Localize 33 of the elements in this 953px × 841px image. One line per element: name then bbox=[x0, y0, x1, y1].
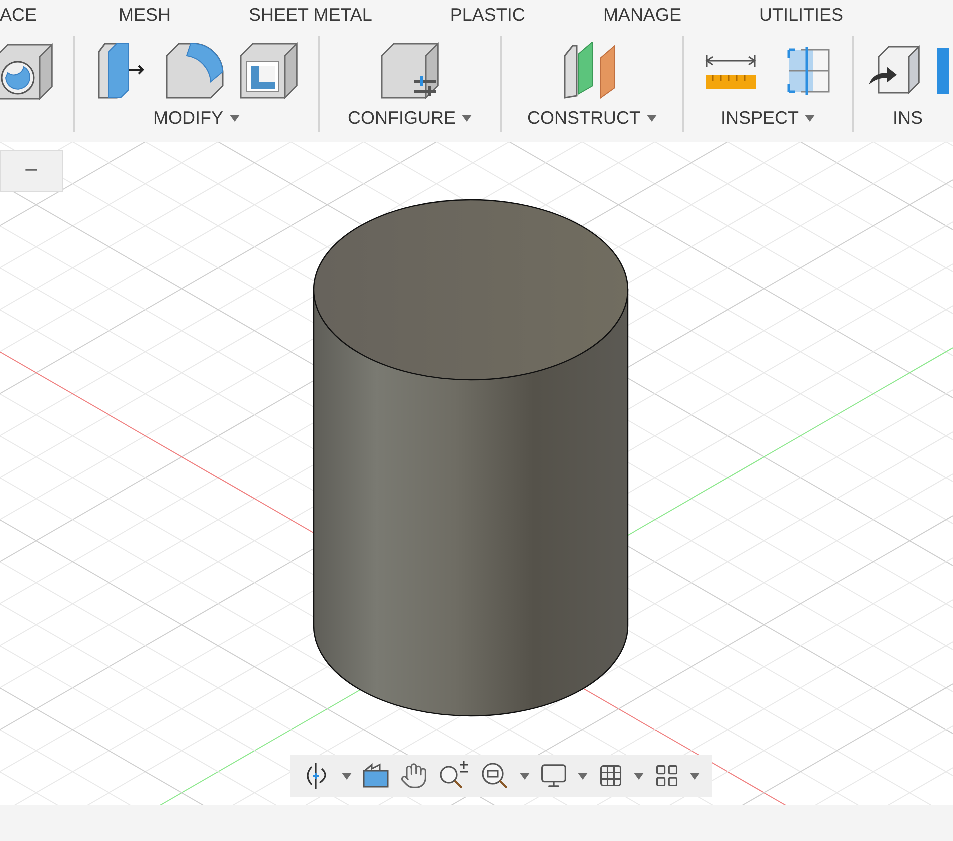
ribbon-tab[interactable]: ACE bbox=[0, 2, 38, 28]
pan-hand-icon[interactable] bbox=[400, 762, 428, 790]
ribbon-tab[interactable]: UTILITIES bbox=[759, 2, 844, 28]
caret-icon[interactable] bbox=[690, 772, 700, 780]
zoom-out-button[interactable]: − bbox=[0, 150, 63, 192]
zoom-window-icon[interactable] bbox=[480, 761, 510, 791]
zoom-icon[interactable] bbox=[438, 761, 470, 791]
toolbar-group-label[interactable]: CONFIGURE bbox=[348, 105, 456, 132]
ribbon-tab[interactable]: SHEET METAL bbox=[249, 2, 372, 28]
ribbon-tab[interactable]: MESH bbox=[119, 2, 172, 28]
caret-icon[interactable] bbox=[462, 115, 472, 122]
toolbar-group-label[interactable]: CONSTRUCT bbox=[528, 105, 640, 132]
fillet-icon[interactable] bbox=[164, 42, 224, 100]
caret-icon[interactable] bbox=[646, 115, 656, 122]
caret-icon[interactable] bbox=[578, 772, 588, 780]
caret-icon[interactable] bbox=[520, 772, 530, 780]
look-at-icon[interactable] bbox=[362, 763, 390, 789]
caret-icon[interactable] bbox=[805, 115, 815, 122]
caret-icon[interactable] bbox=[342, 772, 352, 780]
ribbon-tab[interactable]: PLASTIC bbox=[450, 2, 526, 28]
ribbon-tab[interactable]: MANAGE bbox=[603, 2, 682, 28]
toolbar-group-label[interactable]: MODIFY bbox=[154, 105, 224, 132]
insert-cube-icon[interactable] bbox=[867, 44, 923, 96]
viewports-icon[interactable] bbox=[654, 763, 680, 789]
caret-icon[interactable] bbox=[230, 115, 240, 122]
configure-cube-icon[interactable] bbox=[380, 42, 440, 100]
toolbar-group-label[interactable]: INSPECT bbox=[720, 105, 799, 132]
grid-icon[interactable] bbox=[598, 763, 624, 789]
display-monitor-icon[interactable] bbox=[540, 762, 568, 790]
hole-cube-icon[interactable] bbox=[0, 43, 54, 101]
shell-icon[interactable] bbox=[238, 42, 298, 100]
caret-icon[interactable] bbox=[634, 772, 644, 780]
toolbar-group-label[interactable]: INS bbox=[892, 105, 923, 132]
